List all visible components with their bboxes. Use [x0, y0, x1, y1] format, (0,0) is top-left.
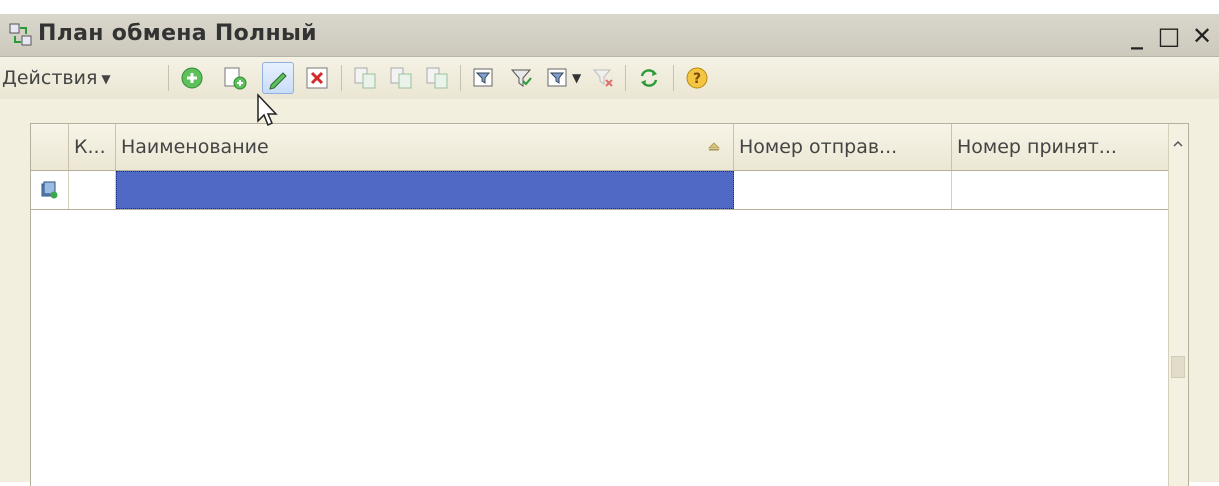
maximize-button[interactable]: □	[1155, 22, 1183, 50]
copy-tree-button[interactable]	[388, 65, 414, 91]
copy-tree-icon	[390, 67, 412, 89]
table-row[interactable]	[31, 171, 1169, 210]
filter-setup-icon	[473, 68, 493, 87]
move-icon	[354, 67, 376, 89]
actions-menu-label: Действия	[2, 67, 98, 89]
help-button[interactable]: ?	[684, 65, 710, 91]
tree-icon	[426, 67, 448, 89]
exchange-plan-icon	[9, 23, 33, 47]
edit-button[interactable]	[262, 62, 294, 94]
refresh-button[interactable]	[636, 65, 662, 91]
filter-setup-button[interactable]	[471, 65, 497, 91]
exchange-nodes-table[interactable]: К... Наименование Номер отправ... Номер …	[30, 123, 1189, 486]
filter-icon	[510, 69, 532, 87]
edit-icon	[269, 72, 287, 90]
chevron-up-icon[interactable]	[1172, 138, 1184, 150]
column-header-name[interactable]: Наименование	[116, 124, 734, 170]
toolbar-separator	[625, 65, 626, 91]
chevron-down-icon[interactable]: ▼	[572, 71, 581, 85]
column-header-received-number[interactable]: Номер принят...	[952, 124, 1169, 170]
move-button[interactable]	[352, 65, 378, 91]
row-sent-number-cell[interactable]	[734, 171, 952, 209]
window-title: План обмена Полный	[38, 21, 317, 46]
sort-indicator-icon	[708, 142, 720, 151]
content-panel: К... Наименование Номер отправ... Номер …	[0, 99, 1219, 486]
row-name-cell[interactable]	[116, 171, 734, 209]
vertical-scrollbar[interactable]	[1168, 124, 1188, 486]
minimize-button[interactable]: _	[1123, 22, 1151, 50]
row-code-cell[interactable]	[69, 171, 116, 209]
delete-button[interactable]	[304, 65, 330, 91]
add-button[interactable]	[179, 65, 205, 91]
column-header-code[interactable]: К...	[69, 124, 116, 170]
copy-icon	[224, 67, 247, 90]
column-header-sent-number[interactable]: Номер отправ...	[734, 124, 952, 170]
filter-clear-icon	[592, 69, 613, 87]
actions-menu[interactable]: Действия ▼	[2, 63, 111, 93]
close-button[interactable]: ✕	[1188, 22, 1216, 50]
chevron-down-icon: ▼	[101, 71, 111, 86]
tree-button[interactable]	[424, 65, 450, 91]
titlebar: План обмена Полный _ □ ✕	[0, 14, 1219, 57]
filter-dropdown-button[interactable]	[545, 65, 571, 91]
filter-button[interactable]	[508, 65, 534, 91]
filter-clear-button[interactable]	[590, 65, 616, 91]
toolbar-separator	[673, 65, 674, 91]
toolbar-separator	[460, 65, 461, 91]
exchange-node-icon	[41, 181, 58, 199]
column-header-name-label: Наименование	[121, 136, 269, 158]
svg-text:?: ?	[693, 71, 701, 87]
row-icon-cell	[31, 171, 69, 209]
toolbar-separator	[168, 65, 169, 91]
refresh-icon	[640, 69, 658, 87]
toolbar: Действия ▼ ▼ ?	[0, 57, 1219, 100]
help-icon: ?	[686, 67, 708, 89]
copy-button[interactable]	[222, 65, 248, 91]
column-header-icon[interactable]	[31, 124, 69, 170]
filter-dropdown-icon	[547, 68, 567, 87]
row-received-number-cell[interactable]	[952, 171, 1169, 209]
exchange-plan-window: План обмена Полный _ □ ✕ Действия ▼ ▼ ? …	[0, 0, 1219, 486]
add-icon	[181, 67, 203, 89]
table-header: К... Наименование Номер отправ... Номер …	[31, 124, 1169, 171]
toolbar-separator	[341, 65, 342, 91]
mouse-cursor-icon	[257, 93, 278, 127]
delete-icon	[306, 67, 328, 89]
scrollbar-thumb[interactable]	[1171, 356, 1185, 378]
top-strip	[0, 0, 1219, 14]
